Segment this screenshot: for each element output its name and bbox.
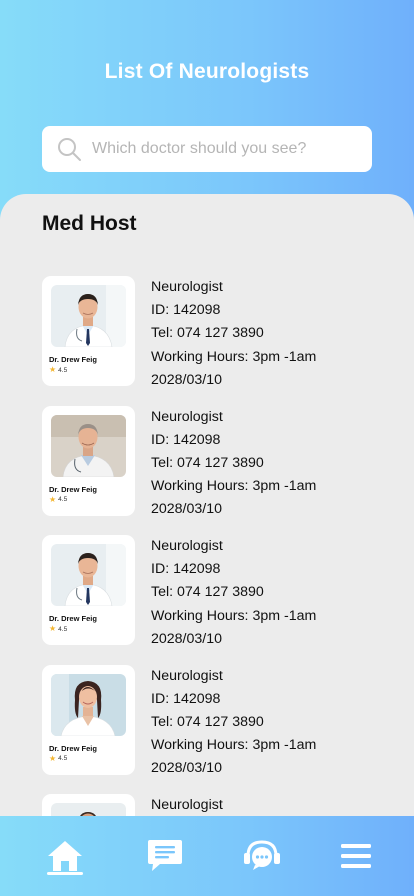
doctor-rating: ★ 4.5 [49,753,68,763]
doctor-phone: Tel: 074 127 3890 [151,713,264,730]
doctor-name: Dr. Drew Feig [49,743,97,753]
doctor-card[interactable]: Dr. Drew Feig ★ 4.5 [42,276,135,386]
doctor-photo [51,285,126,347]
tab-menu[interactable] [326,816,386,896]
doctor-rating: ★ 4.5 [49,625,67,633]
doctor-hours: Working Hours: 3pm -1am [151,478,317,495]
star-icon: ★ [49,624,57,633]
main-panel: Med Host Dr. Drew Feig ★ 4.5 Neurologist… [0,194,414,896]
tab-messages[interactable] [135,816,195,896]
page-title: List Of Neurologists [104,60,310,83]
bottom-tab-bar [0,816,414,896]
doctor-hours: Working Hours: 3pm -1am [151,607,317,624]
doctor-specialty: Neurologist [151,408,223,425]
section-title: Med Host [42,212,137,235]
doctor-specialty: Neurologist [151,667,223,684]
doctor-rating: ★ 4.5 [49,494,68,504]
doctor-info: Neurologist ID: 142098 Tel: 074 127 3890… [151,665,316,781]
doctor-date: 2028/03/10 [151,371,223,388]
doctor-name: Dr. Drew Feig [49,614,97,623]
doctor-specialty: Neurologist [151,279,223,295]
doctor-card[interactable]: Dr. Drew Feig ★ 4.5 [42,664,135,775]
doctor-phone: Tel: 074 127 3890 [151,454,264,471]
chat-icon [148,840,182,871]
doctor-info: Neurologist [151,794,223,817]
doctor-photo [51,414,126,477]
tab-home[interactable] [35,816,95,896]
doctor-info: Neurologist ID: 142098 Tel: 074 127 3890… [151,276,316,392]
doctor-id: ID: 142098 [151,431,221,448]
doctor-list-item[interactable]: Dr. Drew Feig ★ 4.5 Neurologist ID: 1420… [42,535,382,665]
home-icon [48,841,82,871]
rating-value: 4.5 [58,496,68,503]
doctor-list-item[interactable]: Dr. Drew Feig ★ 4.5 Neurologist ID: 1420… [42,276,382,406]
search-bar[interactable] [42,126,372,172]
doctor-date: 2028/03/10 [151,501,223,518]
doctor-specialty: Neurologist [151,797,223,813]
doctor-phone: Tel: 074 127 3890 [151,325,264,342]
doctor-photo [51,544,126,606]
support-icon [244,840,280,870]
menu-icon [341,844,371,868]
doctor-hours: Working Hours: 3pm -1am [151,348,317,365]
doctor-card[interactable]: Dr. Drew Feig ★ 4.5 [42,535,135,645]
doctor-info: Neurologist ID: 142098 Tel: 074 127 3890… [151,406,316,522]
rating-value: 4.5 [58,366,68,374]
tab-support[interactable] [232,816,292,896]
active-tab-indicator [47,872,83,875]
doctor-id: ID: 142098 [151,690,221,707]
doctor-name: Dr. Drew Feig [49,484,97,494]
doctor-id: ID: 142098 [151,561,221,578]
search-input[interactable] [92,140,352,158]
doctor-id: ID: 142098 [151,302,221,319]
star-icon: ★ [49,753,57,763]
doctor-photo [51,673,126,736]
doctor-specialty: Neurologist [151,538,223,554]
rating-value: 4.5 [58,625,68,633]
star-icon: ★ [49,365,57,374]
doctor-phone: Tel: 074 127 3890 [151,584,264,601]
doctor-list-item[interactable]: Dr. Drew Feig ★ 4.5 Neurologist ID: 1420… [42,664,382,795]
doctor-date: 2028/03/10 [151,630,223,647]
doctor-name: Dr. Drew Feig [49,355,97,364]
search-icon [58,138,81,161]
doctor-rating: ★ 4.5 [49,366,67,374]
doctor-card[interactable]: Dr. Drew Feig ★ 4.5 [42,405,135,516]
doctor-list-item[interactable]: Dr. Drew Feig ★ 4.5 Neurologist ID: 1420… [42,405,382,536]
doctor-date: 2028/03/10 [151,760,223,777]
doctor-list[interactable]: Dr. Drew Feig ★ 4.5 Neurologist ID: 1420… [42,276,382,896]
doctor-info: Neurologist ID: 142098 Tel: 074 127 3890… [151,535,316,651]
doctor-hours: Working Hours: 3pm -1am [151,737,317,754]
star-icon: ★ [49,494,57,504]
rating-value: 4.5 [58,755,68,762]
